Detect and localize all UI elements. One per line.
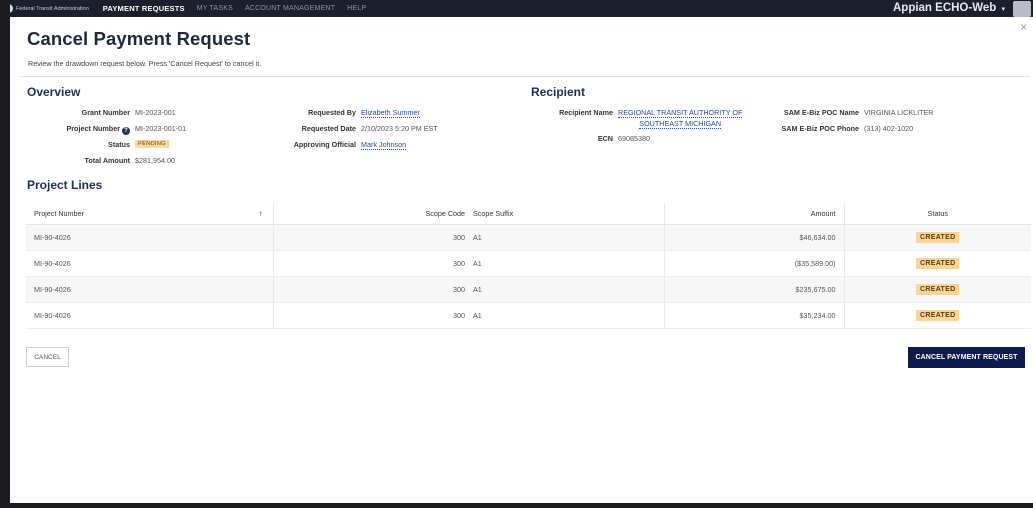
project-lines-table: Project Number ↑ Scope Code Scope Suffix… (26, 203, 1031, 329)
ecn-label: ECN (597, 134, 613, 143)
chevron-down-icon: ▾ (1001, 6, 1005, 13)
status-label: Status (108, 140, 130, 149)
window-left-edge (0, 0, 10, 508)
requested-date-label: Requested Date (301, 124, 356, 133)
recipient-name-line1: REGIONAL TRANSIT AUTHORITY OF (618, 108, 743, 118)
requested-by-field: Requested By Elizabeth Summer (220, 108, 420, 118)
cell-scope-suffix: A1 (469, 224, 665, 251)
total-amount-field: Total Amount $281,954.00 (27, 156, 175, 165)
requested-by-link[interactable]: Elizabeth Summer (361, 108, 420, 118)
grant-number-value: MI-2023-001 (135, 108, 176, 117)
cell-scope-code: 300 (273, 250, 469, 277)
project-number-label: Project Number (66, 124, 120, 133)
column-header-scope-code[interactable]: Scope Code (273, 203, 469, 225)
status-badge: CREATED (916, 257, 960, 269)
table-row: MI-90-4026 300 A1 $235,675.00 CREATED (26, 276, 1031, 303)
approving-official-field: Approving Official Mark Johnson (220, 140, 407, 150)
user-name: Appian ECHO-Web (892, 2, 997, 14)
status-field: Status PENDING (27, 140, 169, 149)
table-row: MI-90-4026 300 A1 $46,634.00 CREATED (26, 224, 1031, 251)
help-icon[interactable]: ? (122, 127, 130, 135)
agency-logo[interactable]: Federal Transit Administration (4, 4, 89, 13)
table-row: MI-90-4026 300 A1 $35,234.00 CREATED (26, 302, 1031, 329)
cell-scope-suffix: A1 (469, 250, 665, 277)
cell-scope-suffix: A1 (469, 302, 665, 329)
recipient-heading: Recipient (531, 85, 586, 99)
cell-status: CREATED (844, 224, 1031, 251)
cancel-payment-request-button[interactable]: CANCEL PAYMENT REQUEST (908, 347, 1025, 368)
cell-status: CREATED (844, 250, 1031, 277)
user-menu[interactable]: Appian ECHO-Web ▾ (893, 2, 1005, 14)
project-number-field: Project Number? MI-2023-001-01 (27, 124, 186, 135)
overview-heading: Overview (27, 85, 81, 99)
window-bottom-edge (0, 503, 1033, 508)
column-header-scope-suffix[interactable]: Scope Suffix (469, 203, 665, 225)
column-header-label: Project Number (34, 208, 84, 218)
column-header-status[interactable]: Status (844, 203, 1031, 225)
sam-poc-name-value: VIRGINIA LICKLITER (864, 108, 934, 117)
requested-date-value: 2/10/2023 5:20 PM EST (361, 124, 438, 133)
ecn-value: 69085380 (618, 134, 650, 143)
divider (20, 76, 1030, 77)
cancel-payment-dialog: × Cancel Payment Request Review the draw… (10, 17, 1033, 503)
recipient-name-link[interactable]: REGIONAL TRANSIT AUTHORITY OF SOUTHEAST … (618, 108, 743, 129)
cell-amount: $235,675.00 (664, 276, 845, 303)
status-badge: CREATED (916, 309, 960, 321)
sam-poc-name-label: SAM E-Biz POC Name (783, 108, 859, 117)
cell-project-number: MI-90-4026 (26, 250, 274, 277)
grant-number-field: Grant Number MI-2023-001 (27, 108, 176, 117)
grant-number-label: Grant Number (81, 108, 130, 117)
sam-poc-phone-label: SAM E-Biz POC Phone (781, 124, 859, 133)
cancel-button[interactable]: CANCEL (26, 347, 69, 367)
status-badge: CREATED (916, 231, 960, 243)
cell-project-number: MI-90-4026 (26, 276, 274, 303)
column-header-amount[interactable]: Amount (664, 203, 845, 225)
sam-poc-phone-value: (313) 402-1020 (864, 124, 914, 133)
recipient-name-label: Recipient Name (559, 108, 613, 117)
nav-item-account-management[interactable]: ACCOUNT MANAGEMENT (245, 5, 335, 12)
cell-project-number: MI-90-4026 (26, 302, 274, 329)
cell-scope-suffix: A1 (469, 276, 665, 303)
sort-ascending-icon[interactable]: ↑ (259, 209, 263, 218)
approving-official-label: Approving Official (293, 140, 356, 149)
nav-item-my-tasks[interactable]: MY TASKS (197, 5, 233, 12)
top-nav: Federal Transit Administration PAYMENT R… (0, 0, 1033, 17)
page-title: Cancel Payment Request (27, 28, 251, 49)
page-instructions: Review the drawdown request below. Press… (28, 59, 262, 68)
avatar[interactable] (1013, 1, 1031, 17)
nav-item-payment-requests[interactable]: PAYMENT REQUESTS (103, 4, 185, 13)
close-icon[interactable]: × (1020, 21, 1027, 33)
cell-amount: ($35,589.00) (664, 250, 845, 277)
agency-name: Federal Transit Administration (16, 5, 89, 12)
cell-status: CREATED (844, 276, 1031, 303)
column-header-project-number[interactable]: Project Number ↑ (26, 203, 274, 225)
total-amount-label: Total Amount (84, 156, 130, 165)
app-window: Federal Transit Administration PAYMENT R… (0, 0, 1033, 508)
cell-scope-code: 300 (273, 224, 469, 251)
cell-scope-code: 300 (273, 276, 469, 303)
cell-amount: $35,234.00 (664, 302, 845, 329)
cell-amount: $46,634.00 (664, 224, 845, 251)
total-amount-value: $281,954.00 (135, 156, 175, 165)
sam-poc-phone-field: SAM E-Biz POC Phone (313) 402-1020 (750, 124, 914, 133)
project-number-value: MI-2023-001-01 (135, 124, 187, 133)
approving-official-link[interactable]: Mark Johnson (361, 140, 407, 150)
status-badge: PENDING (135, 140, 169, 148)
nav-item-help[interactable]: HELP (347, 5, 366, 12)
ecn-field: ECN 69085380 (531, 134, 650, 143)
table-header-row: Project Number ↑ Scope Code Scope Suffix… (26, 203, 1031, 225)
sam-poc-name-field: SAM E-Biz POC Name VIRGINIA LICKLITER (750, 108, 934, 117)
cell-scope-code: 300 (273, 302, 469, 329)
status-badge: CREATED (916, 283, 960, 295)
recipient-name-field: Recipient Name REGIONAL TRANSIT AUTHORIT… (531, 108, 743, 129)
cell-project-number: MI-90-4026 (26, 224, 274, 251)
requested-date-field: Requested Date 2/10/2023 5:20 PM EST (220, 124, 438, 133)
table-row: MI-90-4026 300 A1 ($35,589.00) CREATED (26, 250, 1031, 277)
cell-status: CREATED (844, 302, 1031, 329)
project-lines-heading: Project Lines (27, 178, 103, 192)
recipient-name-line2: SOUTHEAST MICHIGAN (639, 119, 722, 129)
requested-by-label: Requested By (308, 108, 356, 117)
